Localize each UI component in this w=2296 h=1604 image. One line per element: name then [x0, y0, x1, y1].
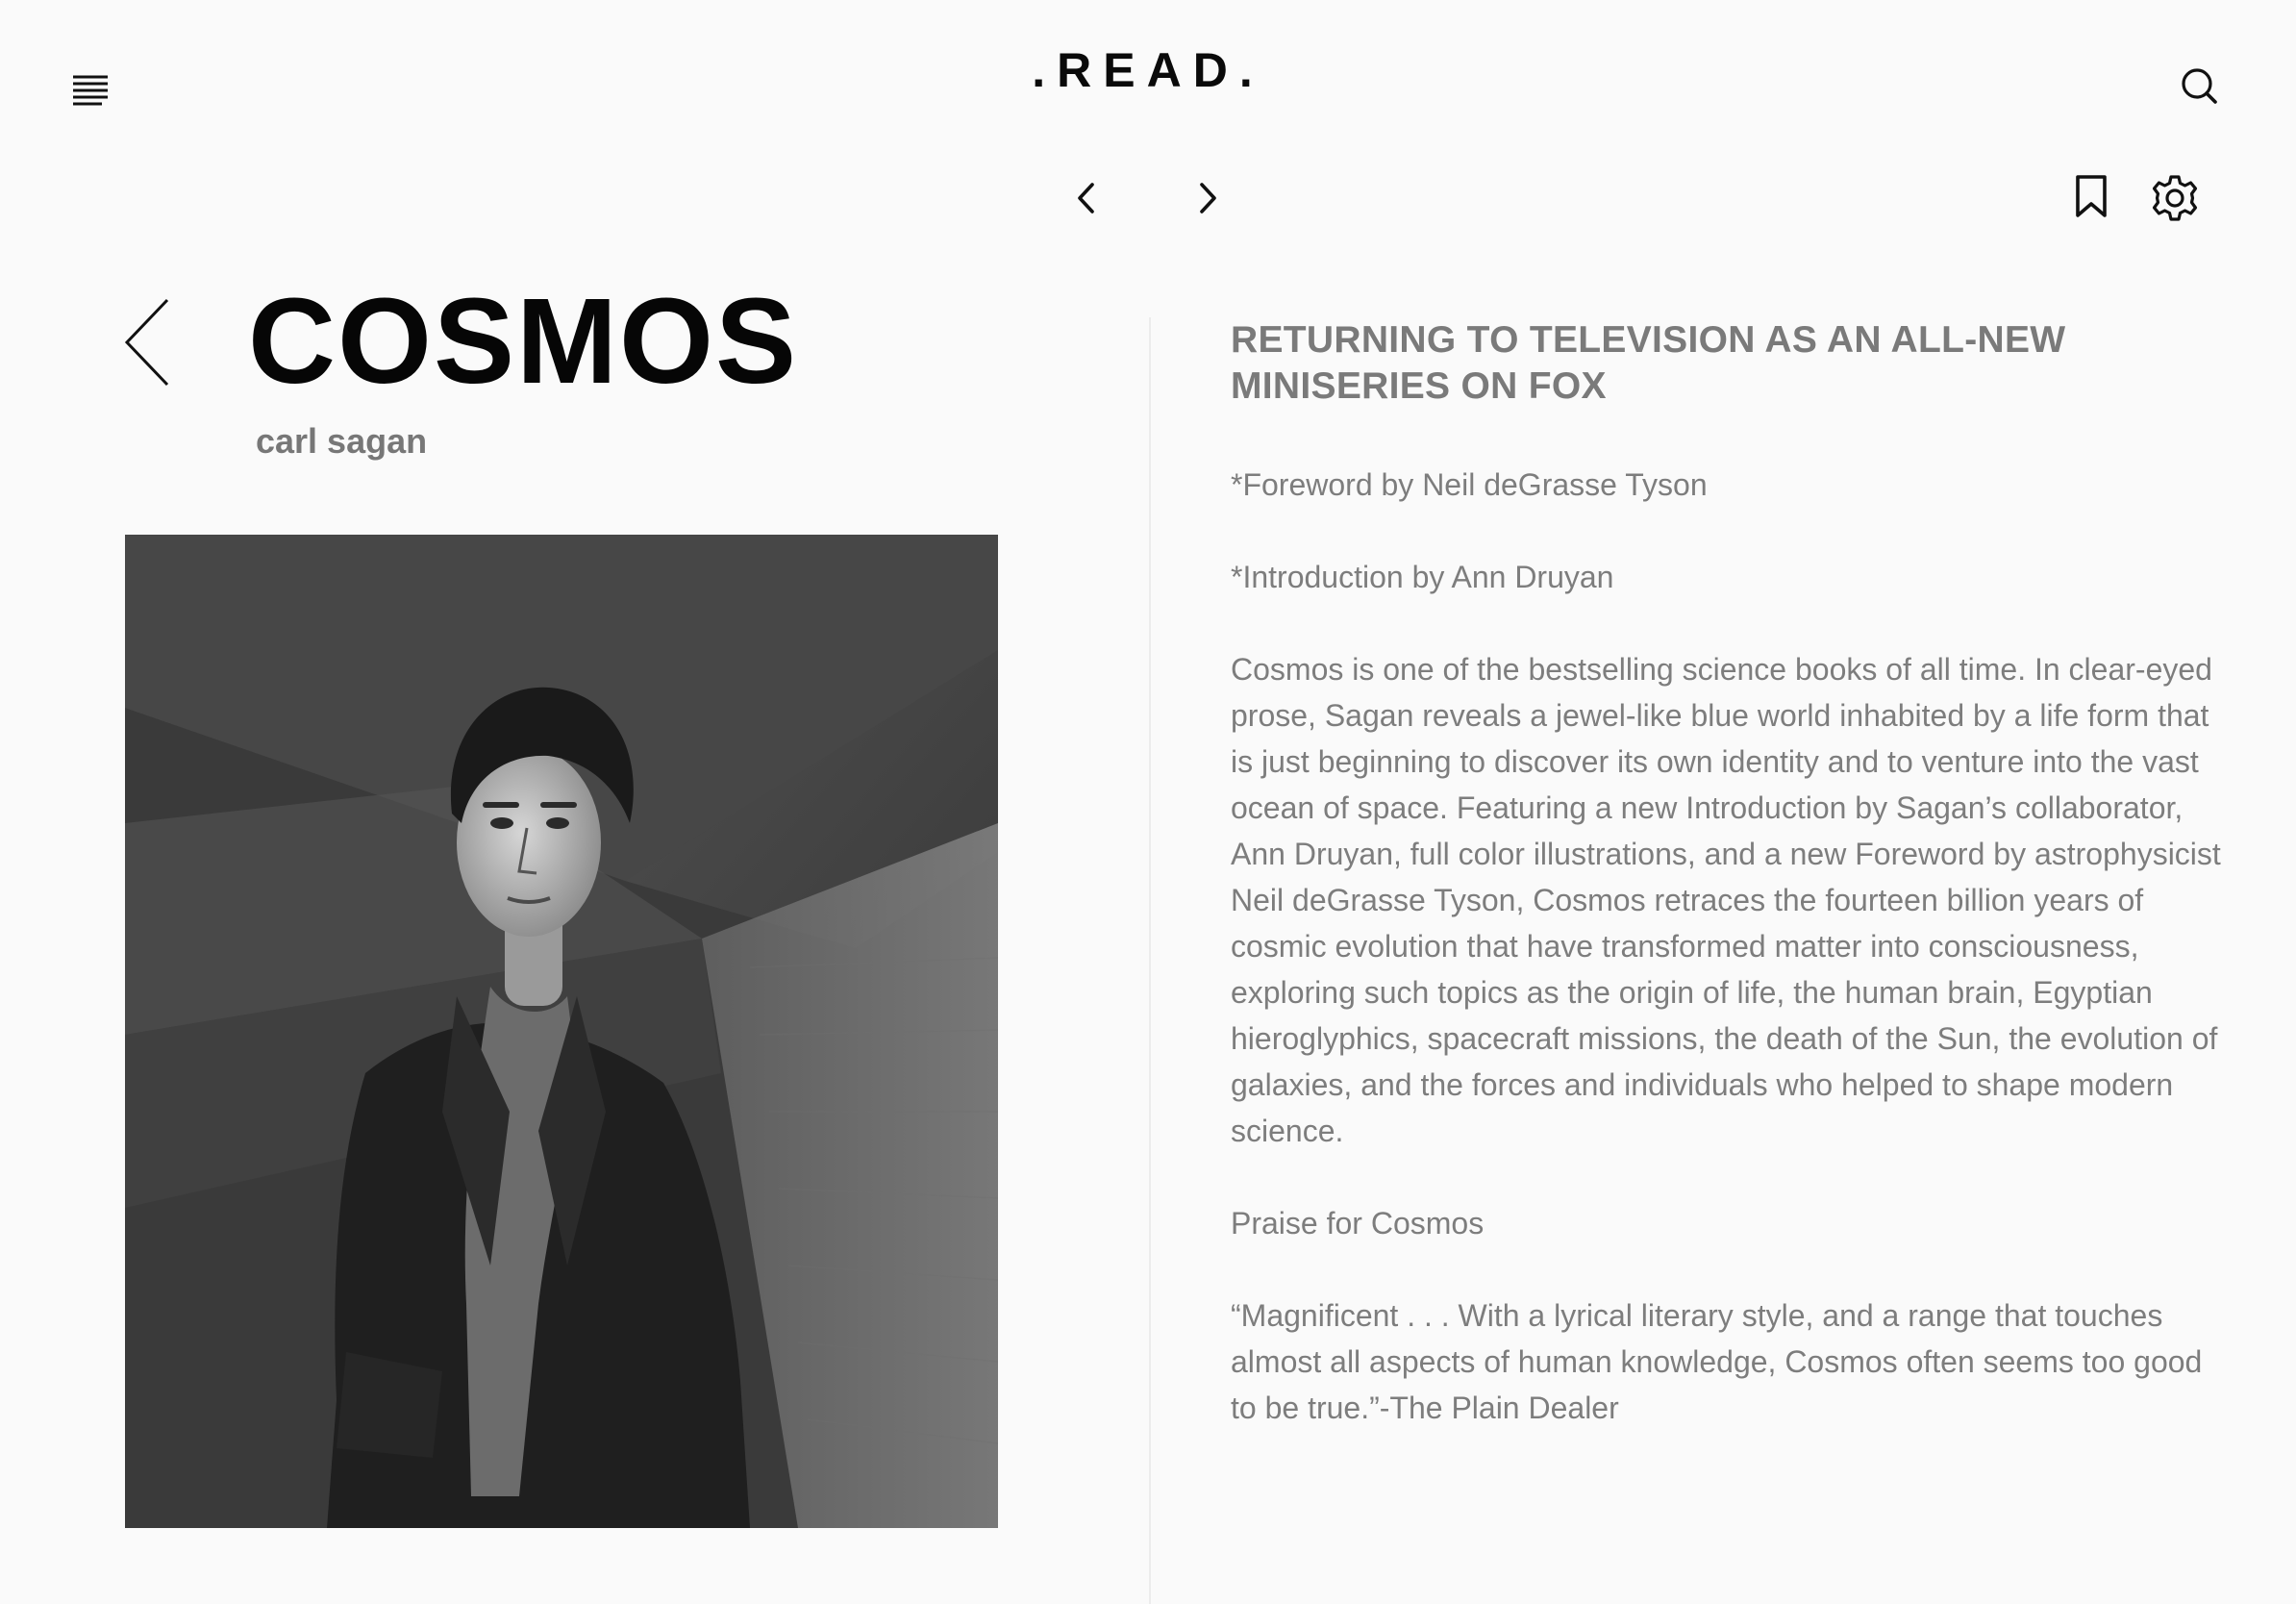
praise-quote: “Magnificent . . . With a lyrical litera… [1231, 1298, 2203, 1425]
author-portrait [125, 535, 998, 1528]
back-button[interactable] [121, 296, 175, 388]
book-headline: RETURNING TO TELEVISION AS AN ALL-NEW MI… [1231, 319, 2066, 407]
book-description: Cosmos is one of the bestselling science… [1231, 652, 2221, 1148]
chevron-left-icon [1078, 183, 1094, 213]
search-button[interactable] [2179, 65, 2221, 108]
book-author: carl sagan [256, 421, 428, 461]
previous-page-button[interactable] [1069, 179, 1104, 217]
app-logo: .READ. [1032, 43, 1264, 97]
foreword-credit: *Foreword by Neil deGrasse Tyson [1231, 467, 1708, 502]
praise-heading: Praise for Cosmos [1231, 1206, 1485, 1241]
gear-icon [2152, 175, 2198, 221]
back-arrow-icon [124, 298, 169, 387]
book-title: COSMOS [248, 273, 799, 409]
introduction-credit: *Introduction by Ann Druyan [1231, 560, 1614, 594]
search-icon [2182, 68, 2217, 104]
settings-button[interactable] [2150, 173, 2200, 223]
column-divider [1149, 317, 1151, 1604]
bookmark-icon [2076, 175, 2107, 217]
bookmark-button[interactable] [2071, 173, 2111, 221]
next-page-button[interactable] [1190, 179, 1225, 217]
chevron-right-icon [1200, 183, 1216, 213]
